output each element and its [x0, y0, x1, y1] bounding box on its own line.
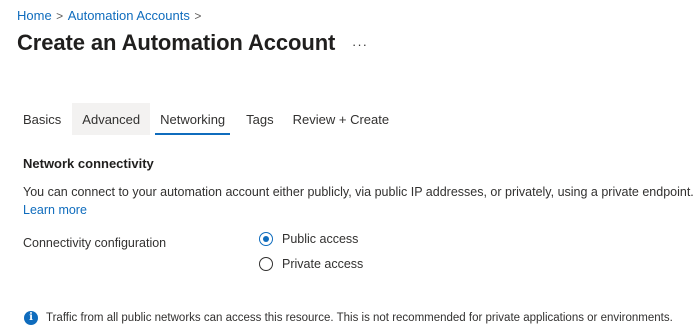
tab-bar: Basics Advanced Networking Tags Review +… [12, 103, 394, 135]
connectivity-configuration-label: Connectivity configuration [23, 236, 167, 250]
tab-advanced[interactable]: Advanced [72, 103, 151, 135]
page-title: Create an Automation Account [17, 30, 336, 55]
info-message: Traffic from all public networks can acc… [46, 312, 673, 324]
info-icon: i [24, 311, 38, 325]
radio-private-access[interactable]: Private access [259, 257, 363, 271]
radio-label-private-access: Private access [282, 257, 364, 271]
radio-public-access[interactable]: Public access [259, 232, 358, 246]
radio-button-unchecked[interactable] [259, 257, 273, 271]
breadcrumb-automation-accounts-link[interactable]: Automation Accounts [68, 8, 190, 23]
chevron-right-icon: > [56, 8, 64, 23]
chevron-right-icon: > [194, 8, 202, 23]
radio-label-public-access: Public access [282, 232, 359, 246]
network-description: You can connect to your automation accou… [23, 185, 694, 199]
section-title-network-connectivity: Network connectivity [23, 156, 154, 171]
breadcrumb-home-link[interactable]: Home [17, 8, 52, 23]
radio-button-checked[interactable] [259, 232, 273, 246]
tab-review-create[interactable]: Review + Create [288, 103, 394, 135]
more-options-button[interactable]: ··· [352, 38, 368, 52]
breadcrumb: Home > Automation Accounts > [17, 8, 206, 23]
learn-more-link[interactable]: Learn more [23, 203, 87, 217]
tab-networking[interactable]: Networking [155, 103, 231, 135]
tab-tags[interactable]: Tags [241, 103, 278, 135]
tab-basics[interactable]: Basics [12, 103, 72, 135]
